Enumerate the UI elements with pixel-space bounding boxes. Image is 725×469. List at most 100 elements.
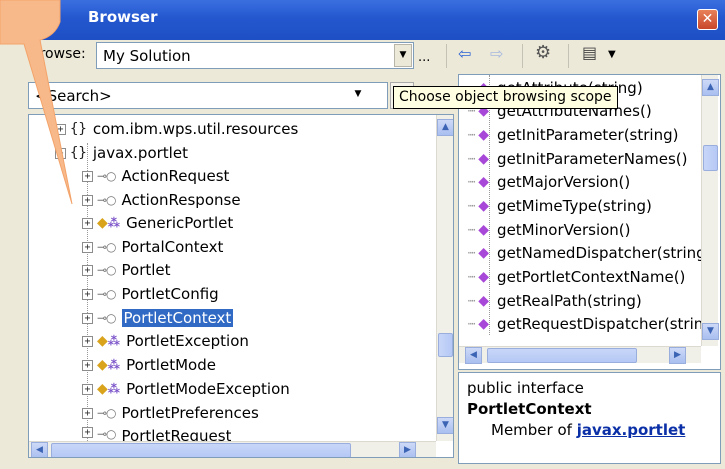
tree-vertical-scrollbar[interactable]: ▲ ▼ xyxy=(436,115,453,441)
tree-item-class[interactable]: + ◆⁂ PortletModeException xyxy=(82,378,290,400)
expand-icon[interactable]: + xyxy=(82,241,93,253)
scrollbar-thumb[interactable] xyxy=(487,348,637,363)
scrollbar-thumb[interactable] xyxy=(51,443,351,457)
member-of-label: Member of xyxy=(491,421,577,439)
tree-item-label: PortalContext xyxy=(121,238,224,256)
tree-item-interface[interactable]: + ⊸○ PortletRequest xyxy=(82,427,231,441)
method-icon: ◆ xyxy=(478,151,490,167)
tree-item-label: PortletConfig xyxy=(121,285,219,303)
chevron-down-icon[interactable]: ▼ xyxy=(349,84,367,107)
expand-icon[interactable]: + xyxy=(82,312,93,324)
method-icon: ◆ xyxy=(478,316,490,332)
method-icon: ◆ xyxy=(478,222,490,238)
member-label: getRealPath(string) xyxy=(497,292,642,310)
member-label: getMajorVersion() xyxy=(497,173,631,191)
member-label: getInitParameterNames() xyxy=(497,150,688,168)
scroll-up-icon[interactable]: ▲ xyxy=(702,79,719,96)
tree-item-label: PortletMode xyxy=(126,356,216,374)
tree-item-interface[interactable]: + ⊸○ PortalContext xyxy=(82,236,223,258)
expand-icon[interactable]: + xyxy=(82,264,93,276)
tree-item-interface[interactable]: + ⊸○ PortletContext xyxy=(82,307,235,329)
tree-item-interface[interactable]: + ⊸○ PortletPreferences xyxy=(82,402,259,424)
toolbar-separator xyxy=(568,44,569,68)
method-icon: ◆ xyxy=(478,269,490,285)
expand-icon[interactable]: + xyxy=(82,335,93,347)
method-icon: ◆ xyxy=(478,198,490,214)
interface-icon: ⊸○ xyxy=(97,427,117,441)
class-icon: ◆⁂ xyxy=(97,333,121,349)
customize-scope-button[interactable]: ... xyxy=(418,50,430,65)
toolbar-separator xyxy=(446,44,447,68)
tree-item-label: PortletException xyxy=(126,332,249,350)
close-button[interactable]: ✕ xyxy=(697,9,718,30)
interface-icon: ⊸○ xyxy=(97,287,117,301)
tree-item-label: PortletPreferences xyxy=(121,404,259,422)
scroll-left-icon[interactable]: ◀ xyxy=(31,442,48,457)
tree-item-interface[interactable]: + ⊸○ Portlet xyxy=(82,259,171,281)
scrollbar-thumb[interactable] xyxy=(703,145,718,171)
tree-item-label: PortletRequest xyxy=(121,427,232,441)
tree-horizontal-scrollbar[interactable]: ◀ ▶ xyxy=(29,441,436,457)
tree-item-class[interactable]: + ◆⁂ PortletMode xyxy=(82,354,216,376)
member-label: getNamedDispatcher(string) xyxy=(497,244,712,262)
chevron-down-icon[interactable]: ▼ xyxy=(608,49,616,60)
member-label: getMinorVersion() xyxy=(497,221,631,239)
method-icon: ◆ xyxy=(478,293,490,309)
interface-icon: ⊸○ xyxy=(97,263,117,277)
member-item[interactable]: ···· ◆ getRequestDispatcher(string) xyxy=(467,313,719,335)
expand-icon[interactable]: + xyxy=(82,407,93,419)
description-kind: public interface xyxy=(467,379,584,397)
scroll-down-icon[interactable]: ▼ xyxy=(437,417,453,434)
scrollbar-thumb[interactable] xyxy=(438,333,453,357)
class-icon: ◆⁂ xyxy=(97,357,121,373)
expand-icon[interactable]: + xyxy=(82,288,93,300)
scroll-down-icon[interactable]: ▼ xyxy=(702,323,719,340)
class-icon: ◆⁂ xyxy=(97,381,121,397)
tree-item-label: PortletModeException xyxy=(126,380,290,398)
expand-icon[interactable]: + xyxy=(82,383,93,395)
scroll-right-icon[interactable]: ▶ xyxy=(399,442,416,457)
back-arrow-icon[interactable]: ⇦ xyxy=(458,44,471,63)
namespace-link[interactable]: javax.portlet xyxy=(577,421,686,439)
tree-item-label-selected: PortletContext xyxy=(120,308,235,328)
description-name: PortletContext xyxy=(467,400,592,418)
member-item[interactable]: ···· ◆ getMimeType(string) xyxy=(467,195,652,217)
method-icon: ◆ xyxy=(478,127,490,143)
object-browser-view-icon[interactable]: ▤ xyxy=(582,43,597,62)
expand-icon[interactable]: + xyxy=(82,427,93,438)
chevron-down-icon[interactable]: ▼ xyxy=(394,44,412,67)
method-icon: ◆ xyxy=(478,174,490,190)
method-icon: ◆ xyxy=(478,245,490,261)
member-item[interactable]: ···· ◆ getPortletContextName() xyxy=(467,266,685,288)
member-label: getMimeType(string) xyxy=(497,197,652,215)
member-label: getPortletContextName() xyxy=(497,268,686,286)
description-member-of: Member of javax.portlet xyxy=(491,421,685,439)
tree-item-label: Portlet xyxy=(121,261,171,279)
callout-bubble xyxy=(0,0,73,205)
toolbar-separator xyxy=(522,44,523,68)
interface-icon: ⊸○ xyxy=(97,311,117,325)
member-item[interactable]: ···· ◆ getMinorVersion() xyxy=(467,219,631,241)
scroll-left-icon[interactable]: ◀ xyxy=(465,347,482,364)
callout-shape xyxy=(0,0,73,205)
member-item[interactable]: ···· ◆ getInitParameterNames() xyxy=(467,148,687,170)
tree-item-class[interactable]: + ◆⁂ PortletException xyxy=(82,330,249,352)
member-label: getInitParameter(string) xyxy=(497,126,679,144)
description-pane: public interface PortletContext Member o… xyxy=(458,372,721,464)
tree-item-interface[interactable]: + ⊸○ PortletConfig xyxy=(82,283,219,305)
expand-icon[interactable]: + xyxy=(82,359,93,371)
browser-settings-icon[interactable]: ⚙ xyxy=(535,42,551,63)
member-item[interactable]: ···· ◆ getNamedDispatcher(string) xyxy=(467,242,712,264)
member-item[interactable]: ···· ◆ getRealPath(string) xyxy=(467,290,642,312)
member-label: getRequestDispatcher(string) xyxy=(497,315,719,333)
member-item[interactable]: ···· ◆ getMajorVersion() xyxy=(467,171,630,193)
forward-arrow-icon[interactable]: ⇨ xyxy=(490,44,503,63)
interface-icon: ⊸○ xyxy=(97,240,117,254)
members-pane[interactable]: ····◆ getAttribute(string) ····◆ getAttr… xyxy=(458,74,721,370)
members-vertical-scrollbar[interactable]: ▲ ▼ xyxy=(701,75,719,346)
members-horizontal-scrollbar[interactable]: ◀ ▶ xyxy=(459,346,701,364)
scroll-up-icon[interactable]: ▲ xyxy=(437,119,453,136)
scroll-right-icon[interactable]: ▶ xyxy=(669,347,686,364)
member-item[interactable]: ···· ◆ getInitParameter(string) xyxy=(467,124,678,146)
interface-icon: ⊸○ xyxy=(97,406,117,420)
